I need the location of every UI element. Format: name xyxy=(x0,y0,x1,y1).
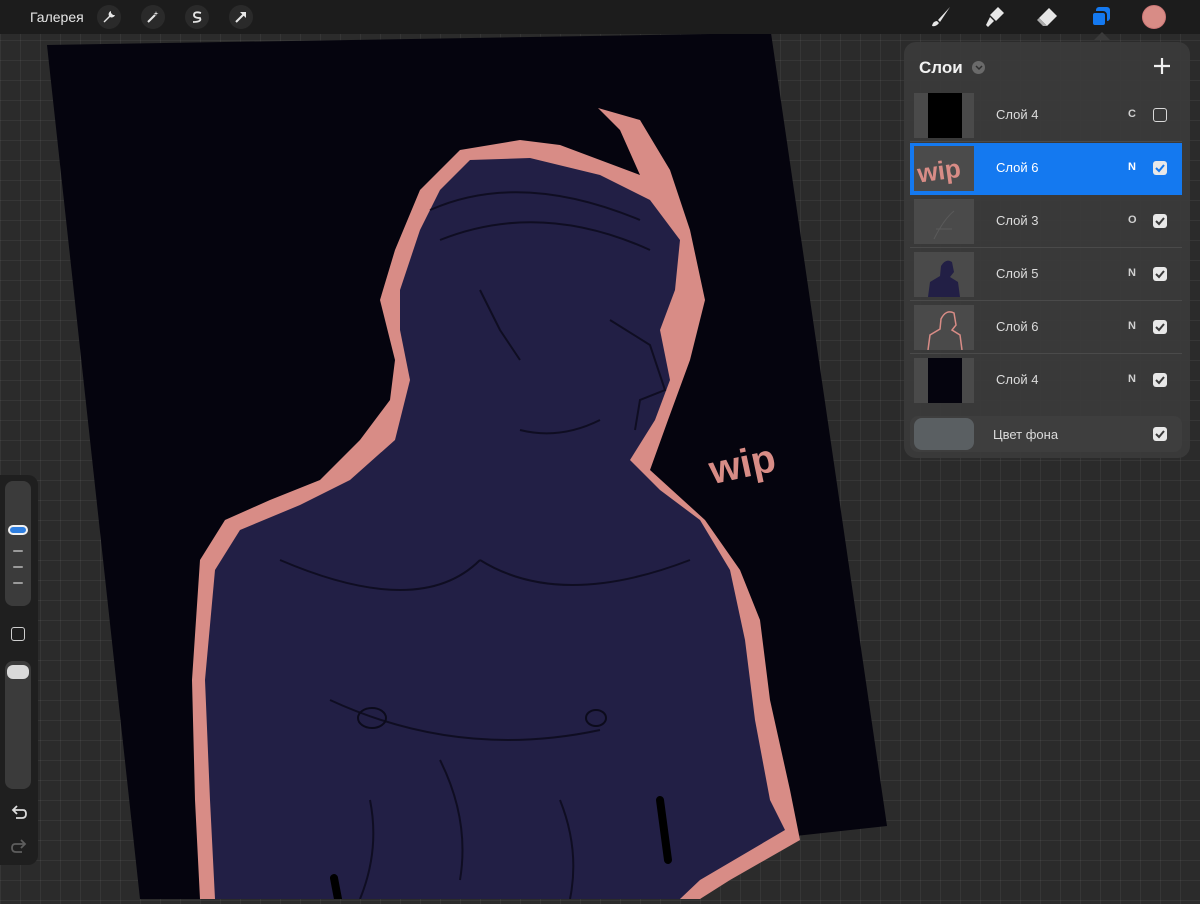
smudge-icon[interactable] xyxy=(982,4,1008,30)
layer-row[interactable]: Слой 4 C xyxy=(910,90,1182,142)
layer-blend-mode[interactable]: C xyxy=(1128,108,1136,120)
layer-blend-mode[interactable]: N xyxy=(1128,320,1136,332)
chevron-down-icon[interactable] xyxy=(972,61,985,74)
layer-name: Слой 3 xyxy=(996,213,1039,228)
gallery-button[interactable]: Галерея xyxy=(30,9,84,25)
layer-name: Слой 4 xyxy=(996,107,1039,122)
background-visibility-checkbox[interactable] xyxy=(1153,427,1167,441)
layer-thumbnail xyxy=(914,305,974,350)
add-layer-button[interactable] xyxy=(1152,56,1172,76)
slider-tick xyxy=(13,550,23,552)
undo-icon[interactable] xyxy=(10,805,28,821)
top-toolbar: Галерея xyxy=(0,0,1200,34)
layer-name: Слой 6 xyxy=(996,160,1039,175)
eraser-icon[interactable] xyxy=(1034,4,1060,30)
redo-icon[interactable] xyxy=(10,839,28,855)
layer-row[interactable]: Слой 6 N xyxy=(910,302,1182,354)
svg-text:wip: wip xyxy=(914,153,962,189)
opacity-knob[interactable] xyxy=(7,665,29,679)
layer-thumbnail xyxy=(914,252,974,297)
opacity-slider[interactable] xyxy=(5,661,31,789)
layer-blend-mode[interactable]: N xyxy=(1128,373,1136,385)
background-color-row[interactable]: Цвет фона xyxy=(910,416,1182,452)
layer-thumbnail xyxy=(914,358,974,403)
wrench-icon[interactable] xyxy=(97,5,121,29)
layer-thumbnail xyxy=(914,199,974,244)
selection-icon[interactable] xyxy=(185,5,209,29)
brush-icon[interactable] xyxy=(928,4,954,30)
modify-button[interactable] xyxy=(11,627,25,641)
panel-title: Слои xyxy=(919,58,963,77)
layer-row[interactable]: Слой 4 N xyxy=(910,355,1182,407)
slider-tick xyxy=(13,582,23,584)
layer-blend-mode[interactable]: N xyxy=(1128,267,1136,279)
left-sidebar xyxy=(0,475,38,865)
layer-visibility-checkbox[interactable] xyxy=(1153,373,1167,387)
layer-row[interactable]: Слой 3 O xyxy=(910,196,1182,248)
layer-visibility-checkbox[interactable] xyxy=(1153,214,1167,228)
layer-thumbnail: wip xyxy=(914,146,974,191)
transform-arrow-icon[interactable] xyxy=(229,5,253,29)
magic-wand-icon[interactable] xyxy=(141,5,165,29)
layer-thumbnail xyxy=(914,93,974,138)
layers-panel: Слои Слой 4 C wip Слой 6 N Слой 3 O Слой… xyxy=(904,42,1190,458)
brush-size-knob[interactable] xyxy=(8,525,28,535)
brush-size-slider[interactable] xyxy=(5,481,31,606)
color-picker-button[interactable] xyxy=(1142,5,1166,29)
layer-name: Слой 5 xyxy=(996,266,1039,281)
layer-row[interactable]: Слой 5 N xyxy=(910,249,1182,301)
slider-tick xyxy=(13,566,23,568)
layer-visibility-checkbox[interactable] xyxy=(1153,161,1167,175)
layer-blend-mode[interactable]: N xyxy=(1128,161,1136,173)
layer-name: Слой 6 xyxy=(996,319,1039,334)
layer-name: Слой 4 xyxy=(996,372,1039,387)
layers-icon[interactable] xyxy=(1088,4,1114,30)
layer-blend-mode[interactable]: O xyxy=(1128,214,1137,226)
layer-visibility-checkbox[interactable] xyxy=(1153,267,1167,281)
background-color-swatch[interactable] xyxy=(914,418,974,450)
background-color-label: Цвет фона xyxy=(993,427,1059,442)
layer-visibility-checkbox[interactable] xyxy=(1153,320,1167,334)
layer-row-selected[interactable]: wip Слой 6 N xyxy=(910,143,1182,195)
panel-pointer xyxy=(1094,32,1110,40)
layer-visibility-checkbox[interactable] xyxy=(1153,108,1167,122)
